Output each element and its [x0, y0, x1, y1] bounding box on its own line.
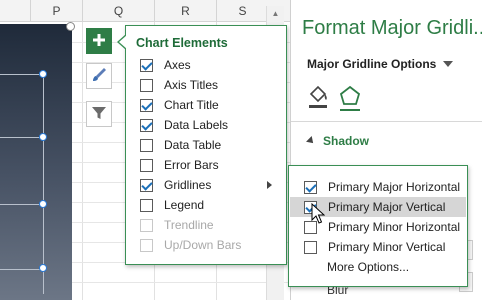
chart-gridline-vertical [43, 74, 44, 294]
more-options-label: More Options... [327, 260, 410, 274]
column-header-r[interactable]: R [154, 0, 216, 22]
chevron-down-icon [443, 61, 454, 67]
checkbox[interactable] [304, 240, 317, 254]
chart-gridline [0, 137, 44, 138]
chart-filters-button[interactable] [86, 101, 112, 127]
checkbox[interactable] [140, 98, 153, 112]
grid-line [82, 22, 83, 300]
divider [291, 121, 482, 122]
shadow-section-header[interactable]: Shadow [306, 134, 370, 148]
element-label: Up/Down Bars [164, 238, 242, 252]
column-header-s[interactable]: S [216, 0, 268, 22]
paint-bucket-icon[interactable] [305, 84, 331, 113]
element-up-down-bars: Up/Down Bars [140, 236, 241, 254]
element-legend[interactable]: Legend [140, 196, 204, 214]
checkbox[interactable] [140, 118, 153, 132]
element-data-labels[interactable]: Data Labels [140, 116, 228, 134]
pane-tab-icons [305, 84, 385, 114]
element-data-table[interactable]: Data Table [140, 136, 221, 154]
element-label: Axes [164, 58, 191, 72]
checkbox[interactable] [140, 178, 153, 192]
column-header-bar: P Q R S [0, 0, 290, 22]
element-chart-title[interactable]: Chart Title [140, 96, 219, 114]
submenu-label: Primary Minor Horizontal [328, 220, 461, 234]
more-options-link[interactable]: More Options... [290, 257, 466, 277]
flyout-title: Chart Elements [136, 36, 228, 50]
element-axis-titles[interactable]: Axis Titles [140, 76, 218, 94]
chevron-right-icon[interactable] [267, 181, 272, 189]
gridline-primary-major-horizontal[interactable]: Primary Major Horizontal [290, 177, 466, 197]
scroll-up-icon[interactable]: ▲ [267, 6, 284, 22]
section-label: Shadow [323, 134, 370, 148]
chart-gridline [0, 204, 44, 205]
expand-triangle-icon [306, 136, 316, 146]
pane-title: Format Major Gridli... [302, 17, 482, 39]
filter-icon [91, 105, 107, 124]
checkbox[interactable] [140, 78, 153, 92]
selection-handle[interactable] [39, 133, 47, 141]
column-header-p[interactable]: P [30, 0, 82, 22]
chart-resize-handle[interactable] [66, 22, 75, 31]
flyout-pointer-inner [119, 35, 127, 49]
selection-handle[interactable] [39, 264, 47, 272]
element-label: Axis Titles [164, 78, 219, 92]
gridline-primary-minor-vertical[interactable]: Primary Minor Vertical [290, 237, 466, 257]
element-trendline: Trendline [140, 216, 214, 234]
selection-handle[interactable] [39, 200, 47, 208]
chart-elements-flyout: Chart Elements Axes Axis Titles Chart Ti… [125, 25, 287, 265]
chart-gridline [0, 74, 44, 75]
column-header-q[interactable]: Q [82, 0, 154, 22]
checkbox [140, 238, 153, 252]
element-label: Trendline [164, 218, 214, 232]
chart-elements-button[interactable] [86, 28, 112, 54]
element-label: Chart Title [164, 98, 219, 112]
plus-icon [92, 33, 106, 50]
selection-handle[interactable] [39, 70, 47, 78]
element-gridlines[interactable]: Gridlines [140, 176, 288, 194]
brush-icon [90, 66, 108, 87]
gridlines-submenu: Primary Major Horizontal Primary Major V… [288, 165, 468, 287]
checkbox[interactable] [140, 138, 153, 152]
checkbox [140, 218, 153, 232]
element-label: Data Table [164, 138, 222, 152]
chart-styles-button[interactable] [86, 63, 112, 89]
checkbox[interactable] [140, 198, 153, 212]
element-label: Legend [164, 198, 205, 212]
options-dropdown[interactable]: Major Gridline Options [307, 57, 454, 71]
pentagon-effects-icon[interactable] [337, 84, 363, 115]
submenu-label: Primary Major Vertical [328, 200, 446, 214]
element-axes[interactable]: Axes [140, 56, 191, 74]
chart-gridline [0, 269, 44, 270]
submenu-label: Primary Minor Vertical [328, 240, 446, 254]
checkbox[interactable] [304, 180, 317, 194]
element-label: Error Bars [164, 158, 219, 172]
element-error-bars[interactable]: Error Bars [140, 156, 219, 174]
chart-area[interactable] [0, 24, 72, 300]
element-label: Gridlines [164, 178, 212, 192]
checkbox[interactable] [140, 58, 153, 72]
options-dropdown-label: Major Gridline Options [307, 57, 437, 71]
element-label: Data Labels [164, 118, 229, 132]
submenu-label: Primary Major Horizontal [328, 180, 461, 194]
checkbox[interactable] [140, 158, 153, 172]
mouse-pointer-icon [311, 202, 326, 225]
